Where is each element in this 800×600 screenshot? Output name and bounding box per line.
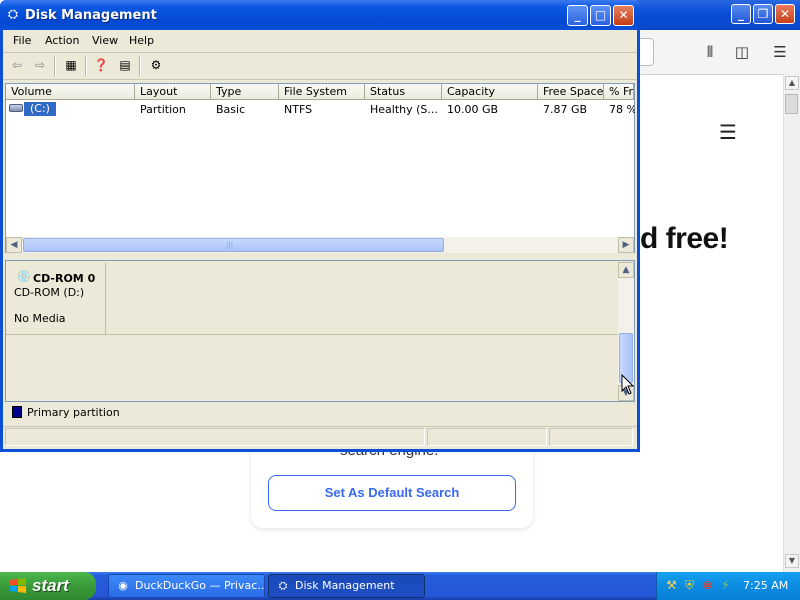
- menu-action[interactable]: Action: [45, 34, 79, 47]
- browser-titlebar[interactable]: _ ❐ ✕: [636, 0, 800, 30]
- disk-title: CD-ROM 0: [33, 272, 96, 285]
- disk-management-icon: ⛭: [278, 579, 288, 592]
- column-status[interactable]: Status: [365, 84, 442, 100]
- scroll-down-icon[interactable]: ▼: [785, 554, 799, 568]
- forward-arrow-icon[interactable]: ⇨: [31, 57, 49, 74]
- task-label: DuckDuckGo — Privac...: [135, 579, 265, 592]
- volume-list: [5, 83, 635, 253]
- column-volume[interactable]: Volume: [6, 84, 135, 100]
- settings-icon[interactable]: ⚙: [147, 57, 165, 74]
- taskbar-button-disk-management[interactable]: Disk Management: [268, 574, 425, 598]
- firefox-icon: ◉: [118, 579, 128, 592]
- close-button[interactable]: ✕: [613, 5, 634, 26]
- properties-icon[interactable]: ▤: [116, 57, 134, 74]
- legend-swatch: [12, 406, 22, 418]
- legend-label: Primary partition: [27, 406, 120, 419]
- toolbar-separator: [54, 56, 56, 76]
- set-default-search-button[interactable]: Set As Default Search: [268, 475, 516, 511]
- scroll-up-icon[interactable]: ▲: [618, 262, 634, 278]
- sidebar-icon[interactable]: ◫: [732, 42, 752, 62]
- help-icon[interactable]: ❓: [92, 57, 110, 74]
- status-pane: [549, 428, 633, 446]
- browser-restore-button[interactable]: ❐: [753, 4, 773, 24]
- windows-logo-icon: [10, 578, 26, 593]
- minimize-button[interactable]: _: [567, 5, 588, 26]
- scroll-left-icon[interactable]: ◀: [6, 237, 22, 253]
- browser-vertical-scrollbar[interactable]: ▲ ▼: [783, 74, 800, 572]
- scroll-up-icon[interactable]: ▲: [785, 76, 799, 90]
- hamburger-menu-icon[interactable]: ☰: [770, 42, 790, 62]
- taskbar-button-duckduckgo[interactable]: DuckDuckGo — Privac...: [108, 574, 265, 598]
- percent-free-cell: 78 %: [609, 103, 635, 116]
- library-icon[interactable]: ⫴: [700, 42, 720, 62]
- browser-minimize-button[interactable]: _: [731, 4, 751, 24]
- clock[interactable]: 7:25 AM: [743, 579, 788, 592]
- cd-rom-icon: 💿: [17, 270, 31, 283]
- back-arrow-icon[interactable]: ⇦: [8, 57, 26, 74]
- disk-media-status: No Media: [14, 312, 66, 325]
- free-space-cell: 7.87 GB: [543, 103, 588, 116]
- volume-drive-icon: [9, 104, 23, 112]
- layout-cell: Partition: [140, 103, 186, 116]
- mouse-cursor-icon: [621, 374, 635, 395]
- scroll-right-icon[interactable]: ▶: [618, 237, 634, 253]
- column-percent-free[interactable]: % Fr: [604, 84, 634, 100]
- column-capacity[interactable]: Capacity: [442, 84, 538, 100]
- menu-file[interactable]: File: [13, 34, 31, 47]
- column-layout[interactable]: Layout: [135, 84, 211, 100]
- file-system-cell: NTFS: [284, 103, 313, 116]
- column-free-space[interactable]: Free Space: [538, 84, 604, 100]
- network-icon[interactable]: ⚒: [664, 578, 679, 593]
- security-shield-icon[interactable]: ⛨: [682, 578, 697, 593]
- toolbar-separator: [85, 56, 87, 76]
- safely-remove-hardware-icon[interactable]: ⚡: [718, 578, 733, 593]
- column-file-system[interactable]: File System: [279, 84, 365, 100]
- column-type[interactable]: Type: [211, 84, 279, 100]
- status-cell: Healthy (S...: [370, 103, 438, 116]
- status-pane: [427, 428, 547, 446]
- menu-help[interactable]: Help: [129, 34, 154, 47]
- browser-close-button[interactable]: ✕: [775, 4, 795, 24]
- status-pane: [5, 428, 425, 446]
- menu-view[interactable]: View: [92, 34, 118, 47]
- maximize-button[interactable]: □: [590, 5, 611, 26]
- task-label: Disk Management: [295, 579, 395, 592]
- grip-icon: |||: [226, 241, 234, 249]
- horizontal-scroll-thumb[interactable]: [23, 238, 444, 252]
- toolbar-separator: [139, 56, 141, 76]
- disk-drive-label: CD-ROM (D:): [14, 286, 85, 299]
- show-hide-console-tree-icon[interactable]: ▦: [62, 57, 80, 74]
- disk-region[interactable]: [106, 263, 618, 335]
- capacity-cell: 10.00 GB: [447, 103, 499, 116]
- window-title: Disk Management: [25, 8, 157, 23]
- page-menu-icon[interactable]: ☰: [718, 122, 738, 142]
- type-cell: Basic: [216, 103, 246, 116]
- security-alert-icon[interactable]: ⊗: [700, 578, 715, 593]
- browser-scroll-thumb[interactable]: [785, 94, 798, 114]
- volume-c-cell[interactable]: (C:): [24, 102, 56, 116]
- page-headline: d free!: [640, 222, 729, 255]
- disk-management-icon: ⛭: [7, 7, 19, 22]
